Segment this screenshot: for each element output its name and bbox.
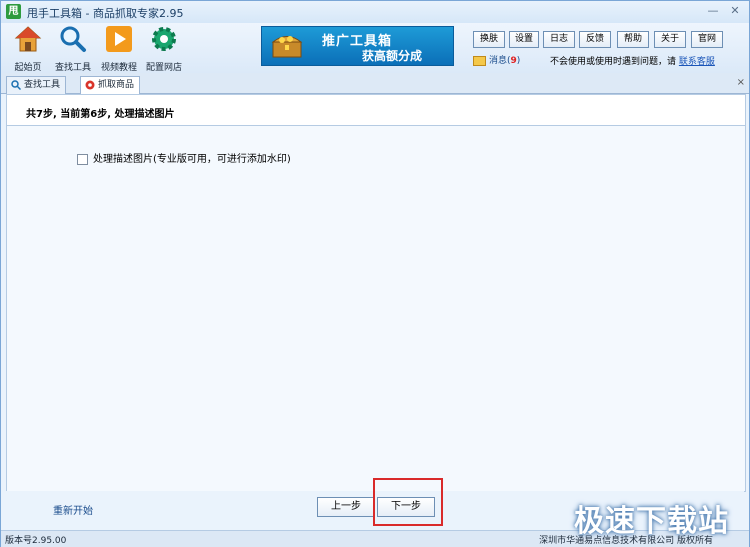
tool-find-button[interactable]: 查找工具	[51, 25, 95, 73]
promo-banner[interactable]: 推广工具箱 获高额分成	[261, 26, 454, 66]
step-panel: 共7步, 当前第6步, 处理描述图片 处理描述图片(专业版可用，可进行添加水印)	[6, 94, 746, 492]
process-images-checkbox[interactable]	[77, 153, 88, 165]
messages-link[interactable]: 消息(9)	[473, 53, 520, 66]
gear-icon	[152, 27, 176, 51]
step-header: 共7步, 当前第6步, 处理描述图片	[7, 95, 745, 126]
restart-link[interactable]: 重新开始	[53, 502, 93, 517]
play-icon	[106, 26, 132, 52]
version-label: 版本号2.95.00	[5, 536, 67, 546]
tab-close-icon[interactable]: ×	[737, 77, 745, 88]
tool-video-button[interactable]: 视频教程	[97, 25, 141, 73]
tool-store-label: 配置网店	[145, 63, 182, 73]
prev-step-button[interactable]: 上一步	[317, 497, 375, 517]
log-button[interactable]: 日志	[543, 31, 575, 48]
tool-find-label: 查找工具	[54, 63, 91, 73]
process-images-label: 处理描述图片(专业版可用，可进行添加水印)	[93, 154, 291, 165]
feedback-button[interactable]: 反馈	[579, 31, 611, 48]
help-text: 不会使用或使用时遇到问题，请	[550, 57, 677, 67]
title-bar: 甩 甩手工具箱 - 商品抓取专家2.95 — ✕	[1, 1, 749, 23]
about-button[interactable]: 关于	[654, 31, 686, 48]
tab-grab-products[interactable]: 抓取商品	[80, 76, 141, 95]
next-button-highlight	[373, 478, 443, 526]
house-icon	[14, 26, 42, 52]
grab-icon	[85, 80, 95, 89]
search-icon	[11, 79, 21, 90]
website-button[interactable]: 官网	[691, 31, 723, 48]
messages-suffix: )	[516, 56, 521, 66]
close-button[interactable]: ✕	[727, 4, 743, 18]
tab-find-tools-label: 查找工具	[24, 80, 61, 90]
mail-icon	[473, 55, 486, 66]
minimize-button[interactable]: —	[705, 4, 721, 18]
help-notice: 不会使用或使用时遇到问题，请 联系客服	[550, 54, 715, 67]
treasure-chest-icon	[271, 36, 303, 58]
app-logo-icon: 甩	[6, 4, 21, 19]
contact-support-link[interactable]: 联系客服	[679, 57, 715, 67]
settings-button[interactable]: 设置	[509, 31, 539, 48]
tool-video-label: 视频教程	[100, 63, 137, 73]
site-watermark: 极速下载站	[574, 504, 729, 539]
messages-label: 消息(	[489, 56, 511, 66]
skin-button[interactable]: 换肤	[473, 31, 505, 48]
tool-home-button[interactable]: 起始页	[6, 25, 50, 73]
magnifier-icon	[60, 26, 86, 52]
tab-grab-products-label: 抓取商品	[98, 80, 135, 90]
tool-store-button[interactable]: 配置网店	[142, 25, 186, 73]
window-title: 甩手工具箱 - 商品抓取专家2.95	[27, 7, 184, 20]
app-window: 甩 甩手工具箱 - 商品抓取专家2.95 — ✕ 起始页 查找工具 视频教程 配…	[0, 0, 750, 547]
step-indicator: 共7步, 当前第6步, 处理描述图片	[26, 109, 175, 120]
process-images-option[interactable]: 处理描述图片(专业版可用，可进行添加水印)	[77, 150, 291, 165]
tab-find-tools[interactable]: 查找工具	[6, 76, 67, 94]
tool-home-label: 起始页	[14, 63, 42, 73]
tab-bar: 查找工具 抓取商品 ×	[1, 73, 749, 95]
help-button[interactable]: 帮助	[617, 31, 649, 48]
toolbar: 起始页 查找工具 视频教程 配置网店 推广工具箱 获高额分成 换肤 设置 日志 …	[1, 23, 749, 73]
banner-line2: 获高额分成	[362, 49, 423, 63]
